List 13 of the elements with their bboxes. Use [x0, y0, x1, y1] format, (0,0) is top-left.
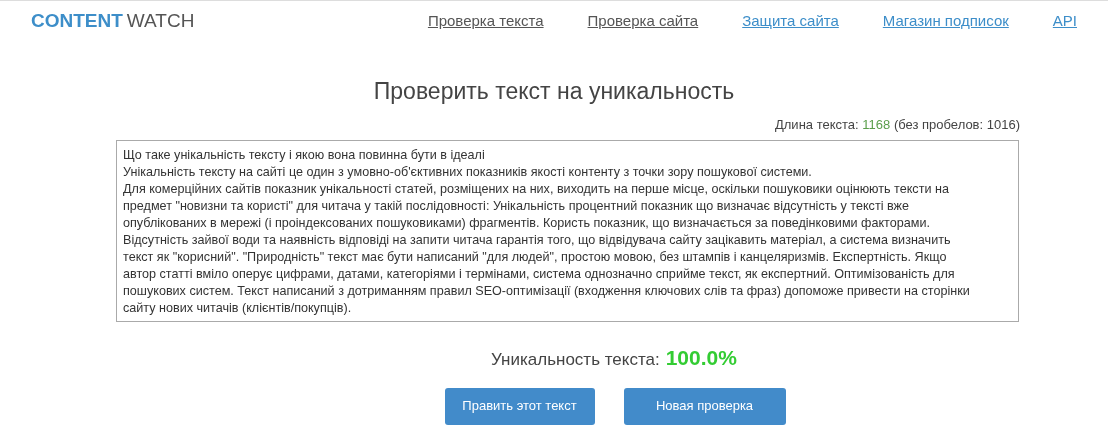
uniqueness-label: Уникальность текста:	[491, 349, 660, 371]
logo-text[interactable]: WATCH	[126, 7, 195, 36]
uniqueness-value: 100.0%	[665, 345, 737, 371]
nav-link[interactable]: Проверка текста	[427, 10, 544, 33]
action-button[interactable]: Править этот текст	[444, 387, 595, 425]
action-button[interactable]: Новая проверка	[623, 387, 786, 425]
text-length: Длина текста: 1168 (без пробелов: 1016)	[775, 115, 1020, 134]
nav-link[interactable]: Магазин подписок	[882, 10, 1009, 33]
logo-text[interactable]: CONTENT	[31, 7, 123, 36]
nav-link[interactable]: Проверка сайта	[587, 10, 699, 33]
nav-link[interactable]: API	[1052, 10, 1077, 33]
page-title: Проверить текст на уникальность	[373, 77, 735, 106]
nav-link[interactable]: Защита сайта	[742, 10, 839, 33]
